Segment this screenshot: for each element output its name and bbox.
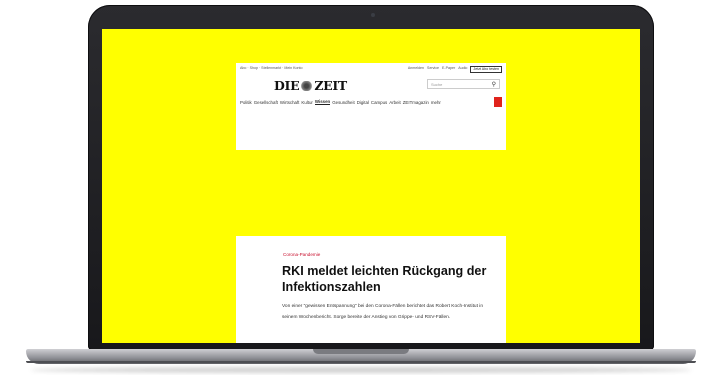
laptop-base-edge	[26, 361, 696, 363]
topbar-item-login[interactable]: Anmelden	[408, 66, 424, 73]
nav-item-politik[interactable]: Politik	[240, 100, 252, 105]
nav-item-gesellschaft[interactable]: Gesellschaft	[254, 100, 278, 105]
camera-icon	[371, 13, 375, 17]
nav-item-arbeit[interactable]: Arbeit	[389, 100, 400, 105]
laptop-screen: Abo · Shop · Stellenmarkt · Mein Konto A…	[102, 29, 640, 343]
main-navigation: Politik Gesellschaft Wirtschaft Kultur W…	[240, 97, 502, 107]
nav-item-wissen[interactable]: Wissen	[314, 99, 331, 105]
nav-item-kultur[interactable]: Kultur	[301, 100, 312, 105]
topbar-item-audio[interactable]: Audio	[458, 66, 467, 73]
site-header: Abo · Shop · Stellenmarkt · Mein Konto A…	[236, 63, 506, 150]
nav-item-wirtschaft[interactable]: Wirtschaft	[280, 100, 300, 105]
article-teaser[interactable]: Corona-Pandemie RKI meldet leichten Rück…	[236, 236, 506, 343]
nav-item-digital[interactable]: Digital	[357, 100, 369, 105]
article-teaser-text: Von einer "gewissen Entspannung" bei den…	[282, 304, 483, 320]
top-utility-bar: Abo · Shop · Stellenmarkt · Mein Konto A…	[240, 66, 502, 73]
nav-item-mehr[interactable]: mehr	[431, 100, 441, 105]
topbar-right: Anmelden Service E-Paper Audio Jetzt Abo…	[408, 66, 502, 73]
logo-text-right: ZEIT	[314, 78, 347, 93]
logo-seal-icon	[300, 80, 314, 91]
laptop-opening-notch	[313, 349, 409, 354]
pdf-badge-icon[interactable]	[494, 97, 502, 107]
subscribe-button[interactable]: Jetzt Abo testen	[470, 66, 502, 73]
nav-item-campus[interactable]: Campus	[371, 100, 387, 105]
topbar-links[interactable]: Abo · Shop · Stellenmarkt · Mein Konto	[240, 66, 303, 73]
article-headline[interactable]: RKI meldet leichten Rückgang der Infekti…	[282, 263, 492, 295]
article-kicker: Corona-Pandemie	[283, 252, 321, 257]
logo-text-left: DIE	[274, 78, 300, 93]
laptop-shadow	[30, 367, 692, 373]
search-icon[interactable]: ⚲	[492, 81, 496, 88]
nav-item-gesundheit[interactable]: Gesundheit	[332, 100, 354, 105]
search-placeholder: Suche	[431, 81, 443, 87]
nav-item-zeitmagazin[interactable]: ZEITmagazin	[403, 100, 429, 105]
topbar-item-service[interactable]: Service	[427, 66, 439, 73]
site-logo[interactable]: DIE ZEIT	[274, 78, 347, 93]
topbar-item-epaper[interactable]: E-Paper	[442, 66, 455, 73]
search-input[interactable]: Suche ⚲	[427, 79, 500, 89]
